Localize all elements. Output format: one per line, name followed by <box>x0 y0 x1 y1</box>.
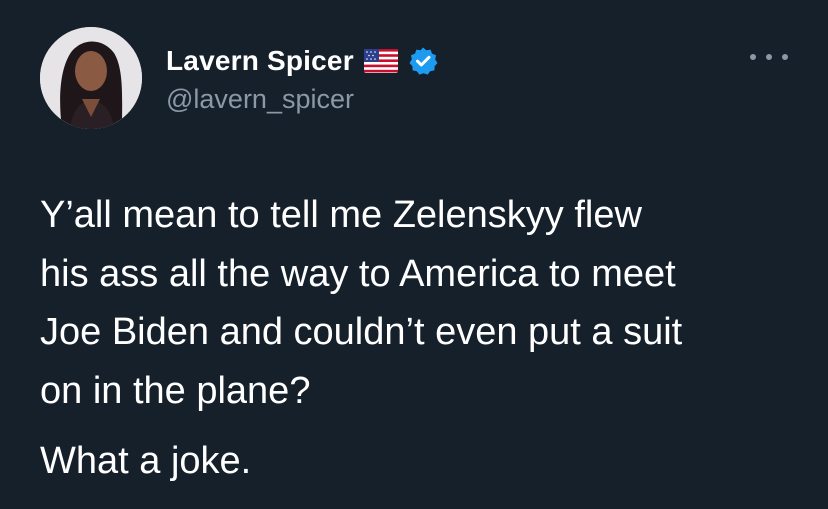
user-handle[interactable]: @lavern_spicer <box>166 84 354 115</box>
dot <box>750 54 756 60</box>
name-row: Lavern Spicer <box>166 44 438 78</box>
tweet-text-2: What a joke. <box>40 440 252 482</box>
more-options-icon[interactable] <box>750 50 788 64</box>
display-name[interactable]: Lavern Spicer <box>166 45 354 77</box>
tweet-card: Lavern Spicer @lavern_spicer Y’all mean … <box>0 0 828 509</box>
avatar[interactable] <box>40 27 142 129</box>
us-flag-icon <box>363 49 398 73</box>
tweet-text: Y’all mean to tell me Zelenskyy flew his… <box>40 194 683 412</box>
verified-badge-icon <box>408 46 438 76</box>
dot <box>782 54 788 60</box>
dot <box>766 54 772 60</box>
